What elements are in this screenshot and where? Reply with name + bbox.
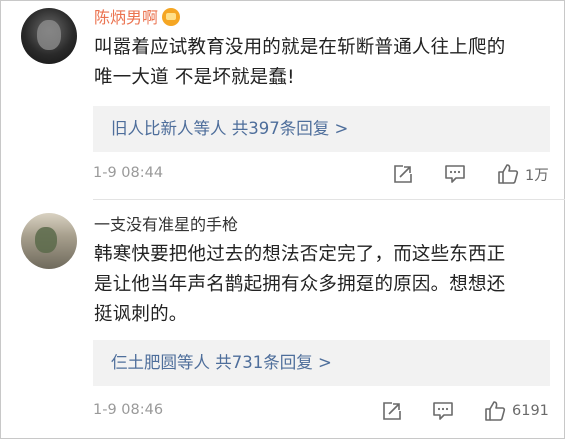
repost-button[interactable]	[382, 401, 402, 421]
username-text[interactable]: 一支没有准星的手枪	[94, 215, 238, 234]
username[interactable]: 一支没有准星的手枪	[94, 215, 238, 235]
comment-text-line: 韩寒快要把他过去的想法否定完了，而这些东西正	[94, 244, 506, 265]
avatar-face	[35, 227, 57, 253]
timestamp: 1-9 08:46	[93, 402, 164, 418]
like-button[interactable]: 6191	[484, 400, 549, 422]
username[interactable]: 陈炳男啊	[94, 8, 181, 28]
repost-button[interactable]	[393, 164, 413, 184]
share-box-icon	[383, 402, 401, 420]
thumbs-up-icon	[485, 401, 506, 421]
divider	[93, 199, 565, 200]
like-button[interactable]: 1万	[497, 163, 549, 185]
thumbs-up-icon	[498, 164, 519, 184]
username-text[interactable]: 陈炳男啊	[94, 8, 158, 27]
comment-bubble-icon	[433, 402, 453, 420]
reply-summary-link[interactable]: 旧人比新人等人 共397条回复 >	[93, 106, 550, 152]
vip-badge-icon	[162, 8, 181, 26]
avatar[interactable]	[21, 8, 77, 64]
avatar-face	[37, 20, 61, 50]
comment-bubble-icon	[445, 165, 465, 183]
timestamp: 1-9 08:44	[93, 165, 164, 181]
comment-text: 叫嚣着应试教育没用的就是在斩断普通人往上爬的 唯一大道 不是坏就是蠢!	[94, 33, 554, 93]
comment-text: 韩寒快要把他过去的想法否定完了，而这些东西正 是让他当年声名鹊起拥有众多拥趸的原…	[94, 240, 554, 330]
like-count: 1万	[525, 167, 549, 184]
like-count: 6191	[512, 403, 549, 419]
comment-button[interactable]	[444, 164, 466, 184]
comment-button[interactable]	[432, 401, 454, 421]
reply-summary-link[interactable]: 仨土肥圆等人 共731条回复 >	[93, 340, 550, 386]
comment-text-line: 唯一大道 不是坏就是蠢!	[94, 67, 295, 88]
share-box-icon	[394, 165, 412, 183]
comment-text-line: 叫嚣着应试教育没用的就是在斩断普通人往上爬的	[94, 37, 506, 58]
comment-text-line: 挺讽刺的。	[94, 304, 188, 325]
avatar[interactable]	[21, 213, 77, 269]
comment-text-line: 是让他当年声名鹊起拥有众多拥趸的原因。想想还	[94, 274, 506, 295]
